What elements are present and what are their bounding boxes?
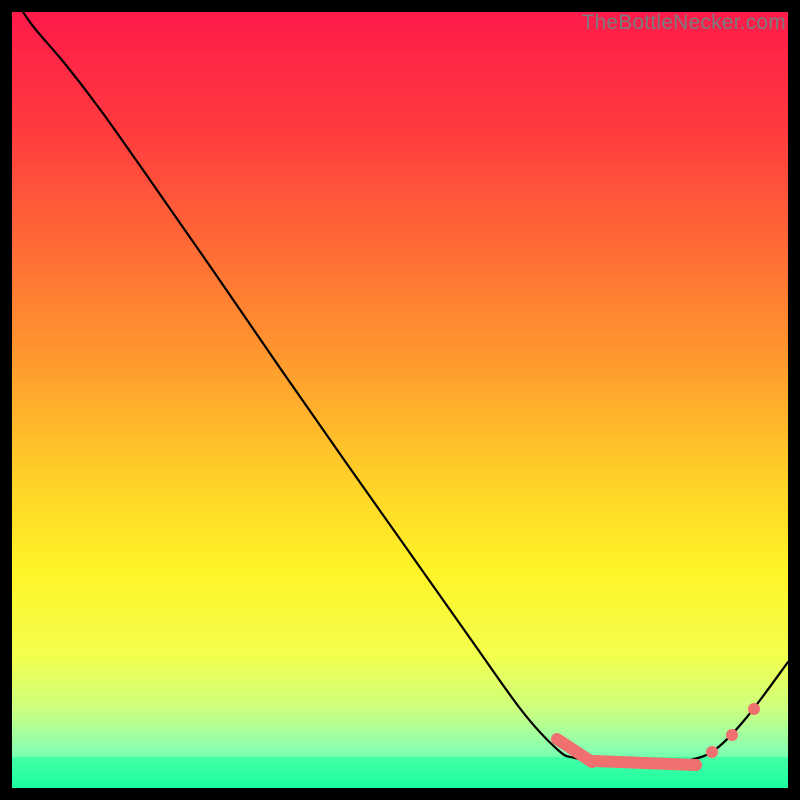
bottleneck-chart: [12, 12, 788, 788]
watermark-text: TheBottleNecker.com: [581, 11, 786, 35]
chart-frame: TheBottleNecker.com: [12, 12, 788, 788]
gradient-background: [12, 12, 788, 788]
